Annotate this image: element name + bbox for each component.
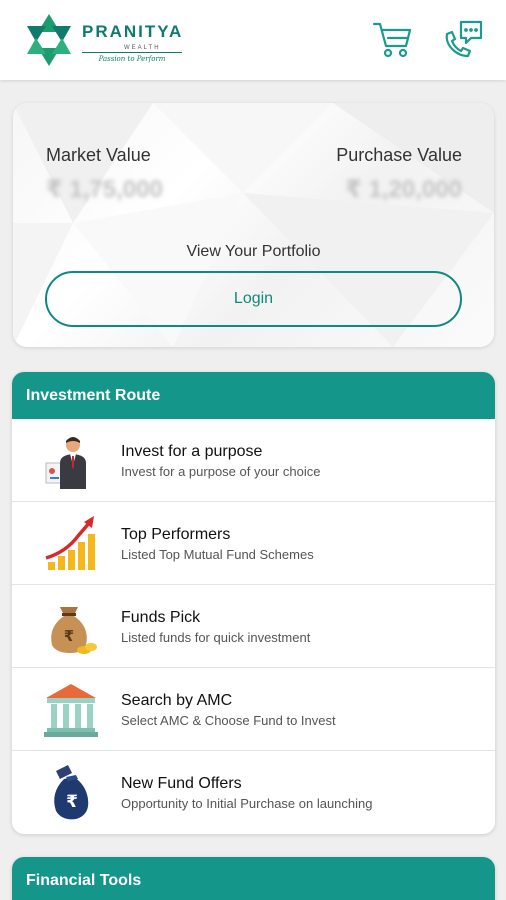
investment-route-header: Investment Route: [12, 372, 495, 419]
route-item-top-performers[interactable]: Top Performers Listed Top Mutual Fund Sc…: [12, 502, 495, 585]
rupee-bag-icon: ₹: [54, 765, 89, 820]
purchase-value-label: Purchase Value: [336, 145, 462, 165]
route-item-search-amc[interactable]: Search by AMC Select AMC & Choose Fund t…: [12, 668, 495, 751]
portfolio-card: Market Value ₹ 1,75,000 Purchase Value ₹…: [13, 103, 494, 347]
money-bag-icon: ₹: [51, 607, 97, 654]
svg-text:₹: ₹: [66, 792, 78, 812]
cart-icon: [372, 22, 412, 58]
route-item-subtitle: Listed Top Mutual Fund Schemes: [121, 547, 314, 562]
brand-subtitle: WEALTH: [124, 45, 161, 51]
market-value-amount: ₹ 1,75,000: [46, 176, 163, 203]
route-item-new-fund-offers[interactable]: ₹ New Fund Offers Opportunity to Initial…: [12, 751, 495, 834]
view-portfolio-link[interactable]: View Your Portfolio: [13, 243, 494, 261]
route-item-title: Top Performers: [121, 526, 231, 543]
route-item-invest-purpose[interactable]: Invest for a purpose Invest for a purpos…: [12, 419, 495, 502]
brand-name: PRANITYA: [82, 22, 184, 41]
businessman-icon: [45, 437, 86, 489]
route-item-title: New Fund Offers: [121, 775, 242, 792]
phone-chat-icon: [445, 20, 483, 58]
route-item-title: Funds Pick: [121, 609, 201, 626]
app-header: PRANITYA WEALTH Passion to Perform: [0, 0, 506, 80]
route-item-subtitle: Opportunity to Initial Purchase on launc…: [121, 796, 373, 811]
brand-tagline: Passion to Perform: [82, 52, 182, 63]
route-item-subtitle: Listed funds for quick investment: [121, 630, 311, 645]
route-item-subtitle: Invest for a purpose of your choice: [121, 464, 321, 479]
market-value-label: Market Value: [46, 145, 151, 165]
financial-tools-card: Financial Tools: [12, 857, 495, 900]
route-item-title: Search by AMC: [121, 692, 233, 709]
growth-chart-icon: [45, 516, 95, 570]
brand-logo[interactable]: PRANITYA WEALTH Passion to Perform: [24, 12, 194, 70]
investment-route-card: Investment Route Invest for a purpose In…: [12, 372, 495, 834]
logo-star-icon: [27, 14, 71, 66]
bank-building-icon: [44, 684, 98, 737]
purchase-value-amount: ₹ 1,20,000: [345, 176, 462, 203]
route-item-funds-pick[interactable]: ₹ Funds Pick Listed funds for quick inve…: [12, 585, 495, 668]
route-item-subtitle: Select AMC & Choose Fund to Invest: [121, 713, 336, 728]
contact-button[interactable]: [441, 18, 485, 60]
route-item-title: Invest for a purpose: [121, 443, 263, 460]
svg-text:₹: ₹: [64, 627, 74, 645]
login-button[interactable]: Login: [45, 271, 462, 327]
financial-tools-header[interactable]: Financial Tools: [12, 857, 495, 900]
cart-button[interactable]: [372, 18, 412, 60]
